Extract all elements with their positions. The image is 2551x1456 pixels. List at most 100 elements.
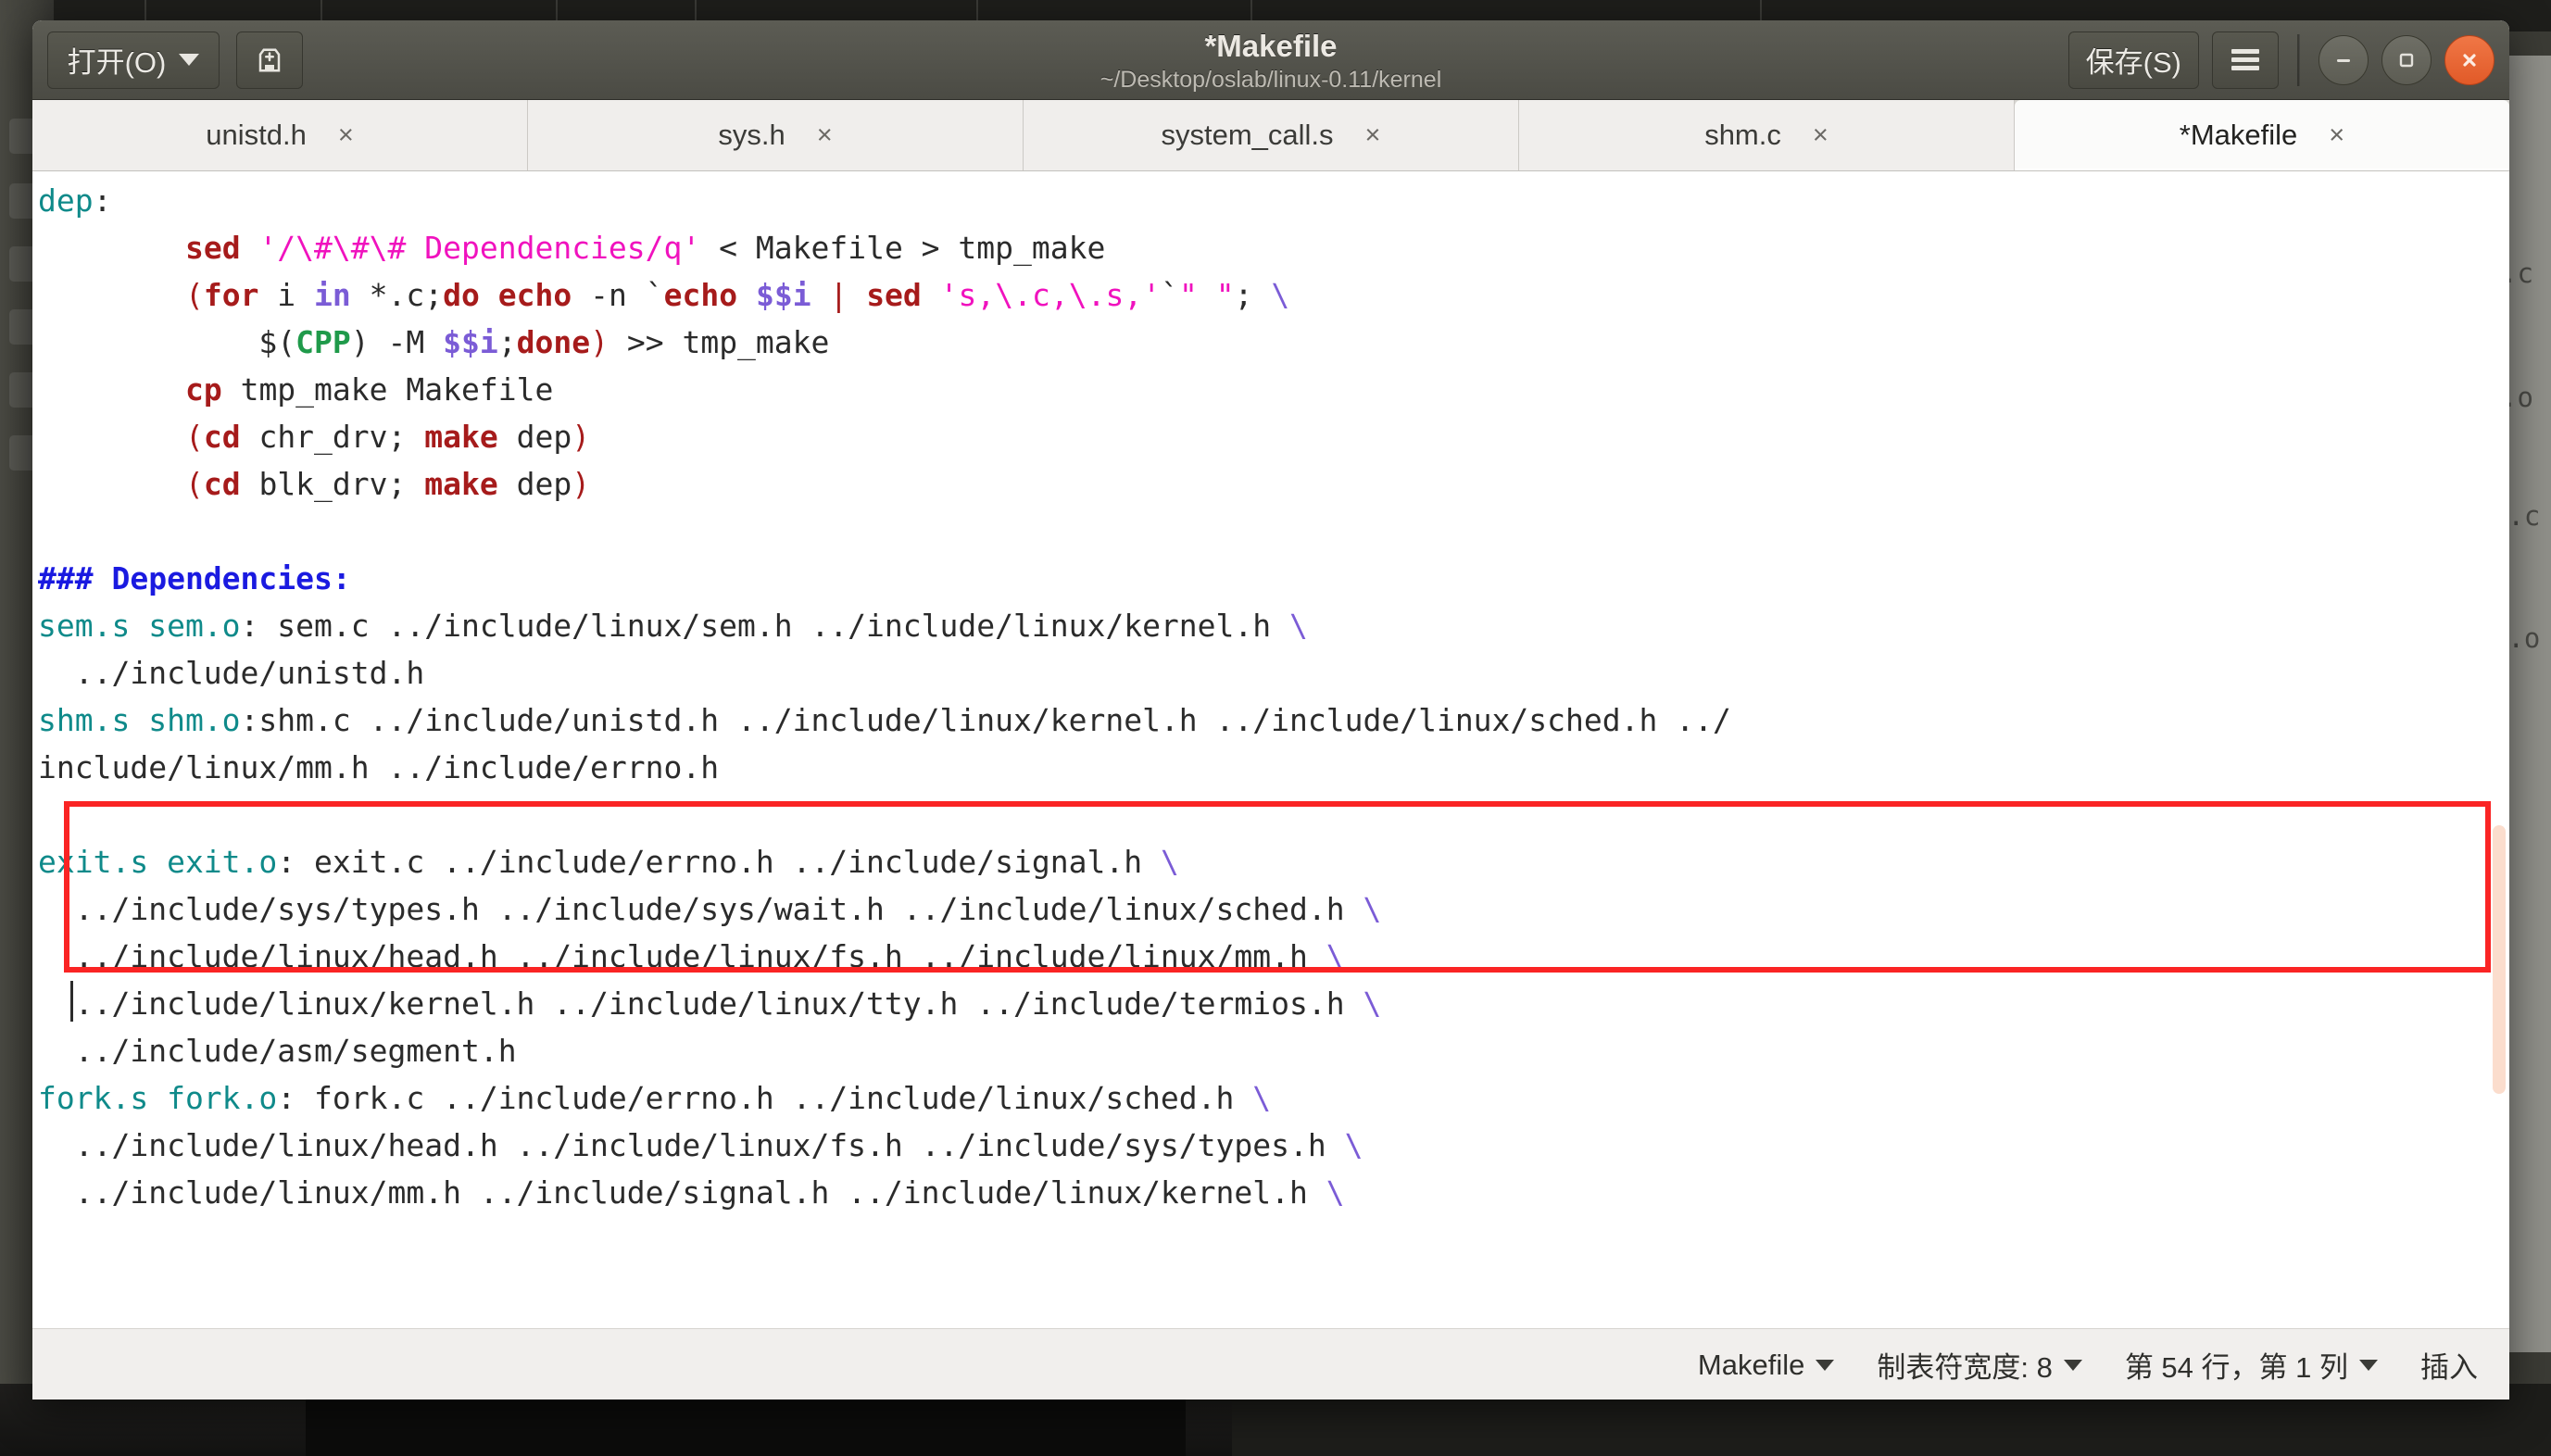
code-token: tmp_make Makefile <box>221 371 554 408</box>
code-token: *.c; <box>350 277 444 313</box>
code-token: : sem.c ../include/linux/sem.h ../includ… <box>240 608 1290 644</box>
code-line: (cd blk_drv; make dep) <box>38 460 2509 508</box>
code-line: include/linux/mm.h ../include/errno.h <box>38 744 2509 791</box>
code-token: dep <box>497 419 572 455</box>
code-token: done <box>516 324 591 360</box>
code-line: ../include/linux/kernel.h ../include/lin… <box>38 980 2509 1027</box>
code-token: | <box>829 277 848 313</box>
code-token: \ <box>1160 844 1179 880</box>
code-token: \ <box>1326 938 1345 974</box>
code-token: \ <box>1363 985 1382 1022</box>
code-line: ../include/asm/segment.h <box>38 1027 2509 1074</box>
code-line: ../include/unistd.h <box>38 649 2509 697</box>
chevron-down-icon <box>1816 1359 1835 1371</box>
code-token: chr_drv; <box>240 419 425 455</box>
language-selector[interactable]: Makefile <box>1697 1348 1835 1382</box>
cursor-position-label: 第 54 行，第 1 列 <box>2124 1351 2348 1384</box>
status-bar: Makefile 制表符宽度: 8 第 54 行，第 1 列 插入 <box>32 1328 2509 1400</box>
tab-label: *Makefile <box>2179 119 2298 151</box>
code-line: ../include/linux/head.h ../include/linux… <box>38 1122 2509 1169</box>
scrollbar-thumb[interactable] <box>2493 825 2506 1094</box>
text-editor-content[interactable]: dep: sed '/\#\#\# Dependencies/q' < Make… <box>32 171 2509 1328</box>
code-token: ( <box>184 466 204 502</box>
code-token: dep <box>38 182 94 219</box>
code-token: ` <box>1161 277 1179 313</box>
tab-label: sys.h <box>718 119 785 151</box>
close-button[interactable] <box>2444 34 2494 85</box>
code-token: CPP <box>295 324 351 360</box>
code-token: sem.s sem.o <box>38 608 241 644</box>
chevron-down-icon <box>179 54 200 66</box>
language-label: Makefile <box>1697 1348 1805 1381</box>
code-token: ../include/linux/mm.h ../include/signal.… <box>38 1174 1326 1211</box>
open-file-button[interactable]: 打开(O) <box>47 31 220 89</box>
gedit-window: 打开(O) *Makefile ~/Desktop/oslab/linux-0.… <box>32 20 2509 1400</box>
minimize-button[interactable] <box>2319 34 2369 85</box>
code-line: fork.s fork.o: fork.c ../include/errno.h… <box>38 1074 2509 1122</box>
main-menu-button[interactable] <box>2212 31 2279 89</box>
code-token: blk_drv; <box>240 466 425 502</box>
new-document-button[interactable] <box>236 31 303 89</box>
code-token: cd <box>203 466 241 502</box>
tab-label: system_call.s <box>1161 119 1334 151</box>
save-button-label: 保存(S) <box>2085 46 2181 79</box>
tab-close-icon[interactable]: × <box>817 121 833 149</box>
code-line: cp tmp_make Makefile <box>38 366 2509 413</box>
code-token: $( <box>258 324 296 360</box>
tab-width-selector[interactable]: 制表符宽度: 8 <box>1877 1344 2082 1386</box>
code-token: " " <box>1178 277 1235 313</box>
code-token: ( <box>184 419 204 455</box>
insert-mode-indicator: 插入 <box>2420 1344 2478 1386</box>
code-token: \ <box>1289 608 1308 644</box>
save-disk-icon <box>258 48 281 71</box>
code-token: ( <box>184 277 204 313</box>
tab-shm-c[interactable]: shm.c × <box>1519 100 2015 170</box>
code-token: -n ` <box>572 277 664 313</box>
code-token: ../include/linux/head.h ../include/linux… <box>38 1127 1345 1163</box>
tab-sys-h[interactable]: sys.h × <box>528 100 1024 170</box>
code-token: ../include/sys/types.h ../include/sys/wa… <box>38 891 1363 927</box>
code-token: ../include/unistd.h <box>38 655 425 691</box>
code-token: >> tmp_make <box>608 324 830 360</box>
code-line: shm.s shm.o:shm.c ../include/unistd.h ..… <box>38 697 2509 744</box>
tab-system-call-s[interactable]: system_call.s × <box>1024 100 1519 170</box>
code-token: for <box>203 277 259 313</box>
code-line: sed '/\#\#\# Dependencies/q' < Makefile … <box>38 224 2509 271</box>
vertical-scrollbar[interactable] <box>2491 171 2509 1328</box>
code-token: \ <box>1344 1127 1363 1163</box>
code-token: sed <box>184 230 241 266</box>
document-tabbar: unistd.h × sys.h × system_call.s × shm.c × *Make… <box>32 100 2509 171</box>
code-token: cd <box>203 419 241 455</box>
code-token: ; <box>1234 277 1272 313</box>
code-token: ; <box>497 324 517 360</box>
tab--makefile[interactable]: *Makefile × <box>2015 100 2509 170</box>
cursor-position-selector[interactable]: 第 54 行，第 1 列 <box>2125 1344 2378 1386</box>
code-token: :shm.c ../include/unistd.h ../include/li… <box>240 702 1731 738</box>
tab-close-icon[interactable]: × <box>338 121 354 149</box>
code-token: \ <box>1252 1080 1272 1116</box>
code-token: ../include/linux/kernel.h ../include/lin… <box>38 985 1363 1022</box>
code-line: ../include/linux/mm.h ../include/signal.… <box>38 1169 2509 1216</box>
tab-close-icon[interactable]: × <box>1813 121 1828 149</box>
code-token: $$i <box>443 324 498 360</box>
tab-close-icon[interactable]: × <box>2329 121 2344 149</box>
code-token: include/linux/mm.h ../include/errno.h <box>38 749 720 785</box>
save-button[interactable]: 保存(S) <box>2067 31 2199 89</box>
code-token: \ <box>1326 1174 1345 1211</box>
code-token: ) <box>350 324 370 360</box>
tab-close-icon[interactable]: × <box>1365 121 1381 149</box>
tab-width-label: 制表符宽度: 8 <box>1877 1351 2053 1384</box>
tab-unistd-h[interactable]: unistd.h × <box>32 100 528 170</box>
code-token: $$i <box>755 277 811 313</box>
code-line: ### Dependencies: <box>38 555 2509 602</box>
code-token: cp <box>184 371 222 408</box>
maximize-button[interactable] <box>2381 34 2432 85</box>
